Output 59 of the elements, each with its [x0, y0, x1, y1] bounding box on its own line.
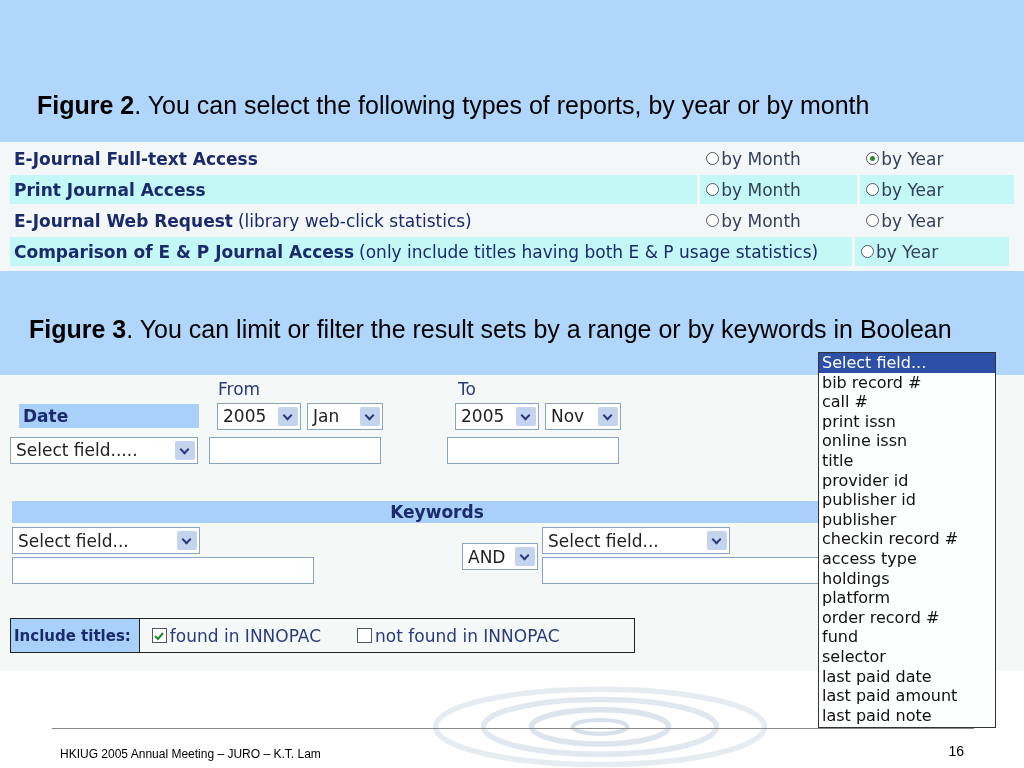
input-field[interactable] — [209, 436, 381, 464]
from-label: From — [218, 379, 262, 399]
radio-button[interactable] — [706, 152, 720, 165]
dropdown-option[interactable]: print issn — [819, 411, 995, 432]
field-select[interactable]: Select field..... — [10, 436, 198, 464]
field-select[interactable]: Select field... — [12, 527, 200, 554]
dropdown-option[interactable]: last paid date — [819, 666, 995, 687]
radio-button[interactable] — [866, 214, 880, 227]
radio-button[interactable] — [861, 245, 874, 258]
checkbox[interactable] — [151, 628, 167, 643]
dropdown-option[interactable]: fund — [819, 627, 995, 647]
dropdown-option[interactable]: provider id — [819, 470, 995, 491]
dropdown-option[interactable]: checkin record # — [819, 529, 995, 549]
radio-button[interactable] — [706, 183, 720, 196]
figure-caption: Figure 2. You can select the following types of reports, by year or by month — [37, 90, 871, 120]
radio-button[interactable] — [866, 152, 880, 165]
report-note: (only include titles having both E & P usage statistics) — [359, 241, 819, 262]
dropdown-option[interactable]: bib record # — [819, 372, 995, 393]
field-select[interactable]: Select field... — [542, 527, 730, 554]
month-select[interactable]: Jan — [307, 402, 383, 430]
to-label: To — [458, 379, 476, 399]
dropdown-option[interactable]: last paid amount — [819, 686, 995, 706]
report-name: Comparison of E & P Journal Access — [14, 241, 355, 262]
dropdown-option[interactable]: Select field... — [819, 353, 995, 373]
dropdown-option[interactable]: publisher — [819, 509, 995, 530]
page-number: 16 — [948, 743, 964, 761]
radio-option[interactable]: by Month — [706, 210, 801, 231]
radio-option[interactable]: by Year — [866, 210, 944, 231]
input-field[interactable] — [12, 557, 314, 584]
dropdown-option[interactable]: holdings — [819, 568, 995, 589]
report-name: E-Journal Full-text Access — [14, 148, 258, 169]
radio-button[interactable] — [866, 183, 880, 196]
checkbox[interactable] — [357, 628, 373, 643]
checkbox-option[interactable]: not found in INNOPAC — [357, 625, 560, 646]
year-select[interactable]: 2005 — [455, 402, 539, 430]
dropdown-option[interactable]: platform — [819, 588, 995, 608]
dropdown-option[interactable]: online issn — [819, 431, 995, 451]
dropdown-option[interactable]: publisher id — [819, 490, 995, 510]
dropdown-option[interactable]: selector — [819, 646, 995, 667]
date-label: Date — [19, 404, 199, 428]
footer-text: HKIUG 2005 Annual Meeting – JURO – K.T. Lam — [60, 747, 321, 761]
dropdown-option[interactable]: access type — [819, 548, 995, 569]
dropdown-option[interactable]: order record # — [819, 607, 995, 628]
report-name: Print Journal Access — [14, 179, 206, 200]
radio-button[interactable] — [706, 214, 720, 227]
report-note: (library web-click statistics) — [237, 210, 472, 231]
dropdown-option[interactable]: title — [819, 450, 995, 471]
year-select[interactable]: 2005 — [217, 402, 301, 430]
radio-option[interactable]: by Month — [706, 148, 801, 169]
input-field[interactable] — [447, 436, 619, 464]
radio-option[interactable]: by Year — [866, 148, 944, 169]
month-select[interactable]: Nov — [545, 402, 621, 430]
report-name: E-Journal Web Request — [14, 210, 233, 231]
checkbox-option[interactable]: found in INNOPAC — [151, 625, 322, 646]
dropdown-option[interactable]: last paid note — [819, 705, 995, 726]
include-titles-label: Include titles: — [11, 619, 140, 652]
operator-select[interactable]: AND — [462, 543, 538, 570]
dropdown-option[interactable]: call # — [819, 392, 995, 412]
figure-caption: Figure 3. You can limit or filter the result sets by a range or by keywords in Boolean — [29, 314, 953, 344]
